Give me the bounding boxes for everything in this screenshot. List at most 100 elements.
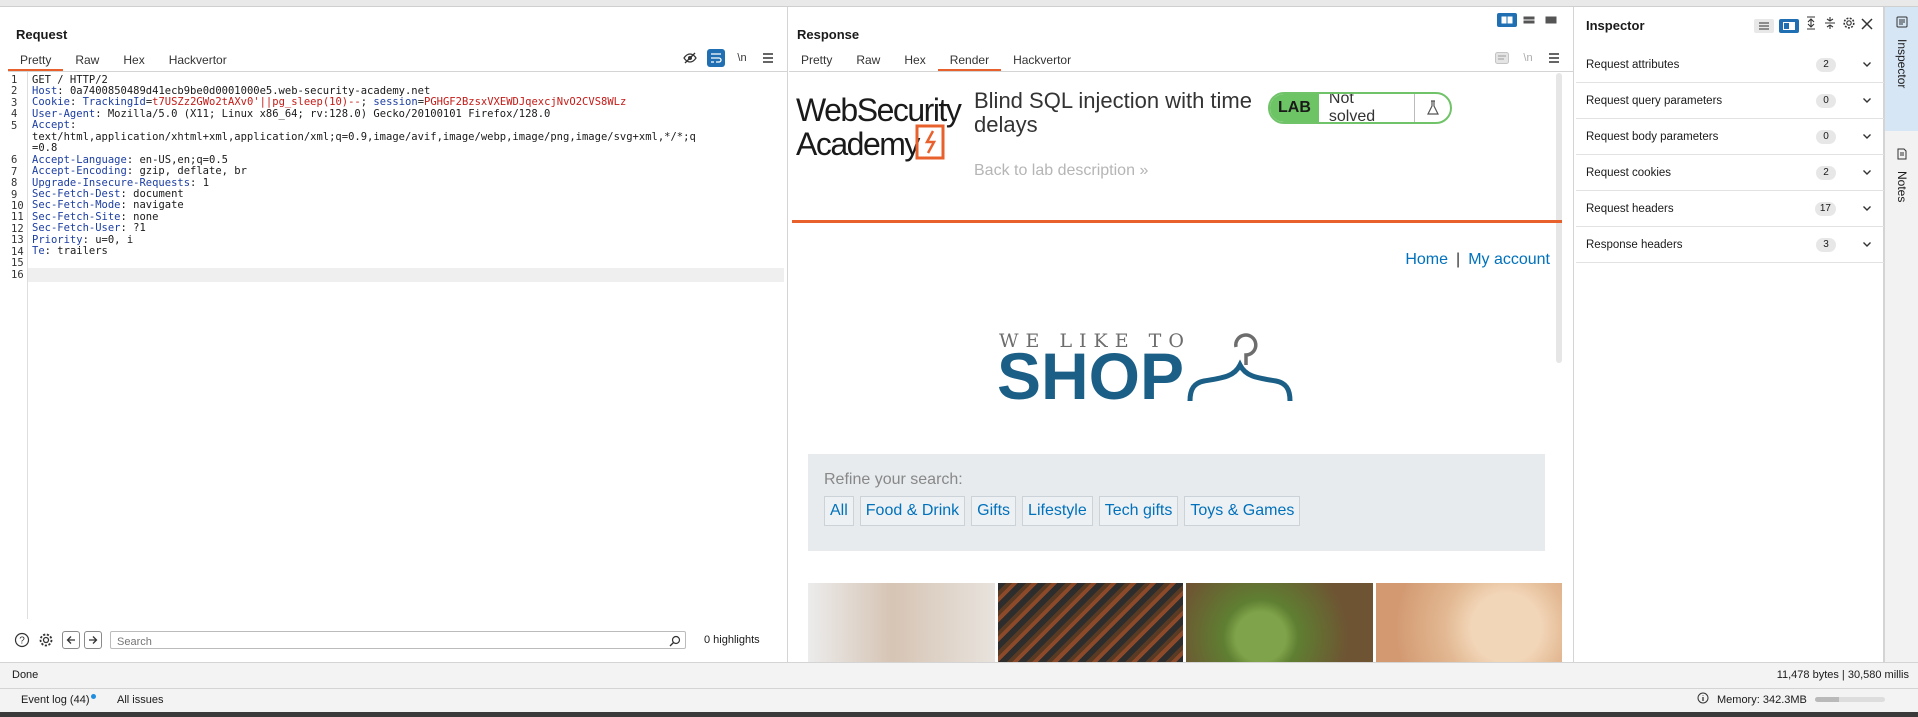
split-vertical-icon[interactable]	[1519, 13, 1539, 27]
line-number: 16	[11, 268, 24, 281]
refine-label: Refine your search:	[824, 471, 963, 488]
hide-nonprintable-icon[interactable]	[681, 49, 699, 67]
inspector-section[interactable]: Request query parameters 0	[1576, 83, 1884, 119]
lab-tag: LAB	[1270, 94, 1319, 122]
gear-icon[interactable]	[1842, 16, 1856, 35]
line-number: 5	[11, 119, 18, 132]
memory-bar-fill	[1814, 697, 1840, 702]
chevron-down-icon[interactable]	[1862, 95, 1872, 108]
help-icon[interactable]: ?	[12, 630, 32, 650]
tab-hex[interactable]: Hex	[111, 49, 156, 71]
line-number: 11	[11, 211, 24, 224]
next-match-button[interactable]	[84, 631, 102, 649]
inspector-section[interactable]: Response headers 3	[1576, 227, 1884, 263]
double-chevron-icon: »	[1139, 162, 1149, 179]
inspector-section[interactable]: Request body parameters 0	[1576, 119, 1884, 155]
newline-toggle[interactable]: \n	[1519, 49, 1537, 67]
nav-my-account-link[interactable]: My account	[1468, 251, 1550, 268]
inspector-section[interactable]: Request cookies 2	[1576, 155, 1884, 191]
expand-all-icon[interactable]	[1804, 16, 1818, 35]
request-title: Request	[16, 27, 68, 42]
line-number: 15	[11, 257, 24, 270]
code-line: Te: trailers	[32, 244, 108, 258]
line-number: 3	[11, 96, 18, 109]
response-tab-divider	[789, 71, 1573, 72]
request-editor[interactable]: 1 2 3 4 5 6 7 8 9 10 11 12 13 14 15 16 GET / HTTP/2 Host…	[8, 72, 784, 619]
tab-hex[interactable]: Hex	[892, 49, 937, 71]
close-icon[interactable]	[1861, 17, 1873, 35]
inspector-section[interactable]: Request attributes 2	[1576, 47, 1884, 83]
all-issues-link[interactable]: All issues	[117, 694, 163, 706]
chevron-down-icon[interactable]	[1862, 203, 1872, 216]
wrap-lines-icon[interactable]	[707, 49, 725, 67]
request-toolbar: \n	[681, 49, 777, 67]
pretty-print-icon[interactable]	[1493, 49, 1511, 67]
line-number: 6	[11, 154, 18, 167]
rendered-page: WebSecurity Academy Blind SQL injection …	[792, 73, 1562, 662]
menu-icon[interactable]	[759, 49, 777, 67]
response-size-timing: 11,478 bytes | 30,580 millis	[1776, 669, 1909, 681]
previous-match-button[interactable]	[62, 631, 80, 649]
category-filter[interactable]: All	[824, 496, 854, 526]
render-scrollbar[interactable]	[1556, 73, 1562, 363]
inspector-section-label: Response headers	[1586, 238, 1683, 251]
panel-view-icon[interactable]	[1779, 18, 1799, 33]
tab-hackvertor[interactable]: Hackvertor	[157, 49, 239, 71]
tab-pretty[interactable]: Pretty	[789, 49, 844, 71]
response-tabs: Pretty Raw Hex Render Hackvertor	[789, 49, 1083, 71]
nav-home-link[interactable]: Home	[1405, 251, 1448, 268]
search-icon	[669, 634, 681, 652]
gear-icon[interactable]	[36, 630, 56, 650]
memory-label: Memory: 342.3MB	[1717, 693, 1807, 706]
search-field[interactable]	[110, 631, 686, 652]
line-number: 10	[11, 199, 24, 212]
collapse-all-icon[interactable]	[1823, 16, 1837, 35]
request-pane: Request Pretty Raw Hex Hackvertor \n 123456…	[8, 7, 788, 662]
newline-toggle[interactable]: \n	[733, 49, 751, 67]
inspector-section[interactable]: Request headers 17	[1576, 191, 1884, 227]
tab-notes[interactable]: Notes	[1885, 147, 1918, 227]
chevron-down-icon[interactable]	[1862, 239, 1872, 252]
category-filter[interactable]: Toys & Games	[1184, 496, 1301, 526]
refine-search-panel: Refine your search: All Food & Drink Gifts…	[808, 454, 1545, 551]
info-icon[interactable]	[1697, 692, 1709, 707]
product-image[interactable]	[1186, 583, 1373, 662]
split-horizontal-icon[interactable]	[1497, 13, 1517, 27]
shop-word: SHOP	[997, 339, 1184, 403]
tab-inspector-label: Inspector	[1895, 39, 1909, 89]
line-number: 7	[11, 165, 18, 178]
chevron-down-icon[interactable]	[1862, 59, 1872, 72]
shop-logo: WE LIKE TO SHOP	[997, 303, 1307, 413]
tab-inspector[interactable]: Inspector	[1885, 7, 1918, 131]
category-filter[interactable]: Tech gifts	[1098, 496, 1179, 526]
category-filter[interactable]: Gifts	[971, 496, 1017, 526]
tab-pretty[interactable]: Pretty	[8, 49, 64, 71]
event-log-label: Event log (44)	[21, 694, 90, 706]
search-input[interactable]	[111, 634, 651, 650]
tab-raw[interactable]: Raw	[63, 49, 111, 71]
request-search-bar: ? 0 highlights	[8, 627, 788, 653]
tab-render[interactable]: Render	[937, 49, 1002, 71]
list-view-icon[interactable]	[1754, 18, 1774, 33]
event-log-link[interactable]: Event log (44)	[21, 694, 97, 706]
chevron-down-icon[interactable]	[1862, 167, 1872, 180]
product-image[interactable]	[808, 583, 995, 662]
count-badge: 3	[1816, 238, 1836, 252]
tab-hackvertor[interactable]: Hackvertor	[1001, 49, 1083, 71]
logo-line1: WebSecurity	[796, 92, 962, 128]
lab-title: Blind SQL injection with time delays	[974, 88, 1252, 137]
count-badge: 2	[1816, 58, 1836, 72]
menu-icon[interactable]	[1545, 49, 1563, 67]
chevron-down-icon[interactable]	[1862, 131, 1872, 144]
inspector-section-label: Request cookies	[1586, 166, 1672, 179]
category-filter[interactable]: Food & Drink	[859, 496, 966, 526]
product-image[interactable]	[997, 583, 1183, 662]
inspector-section-label: Request headers	[1586, 202, 1674, 215]
category-filter[interactable]: Lifestyle	[1022, 496, 1093, 526]
back-to-lab-link[interactable]: Back to lab description »	[974, 162, 1148, 180]
product-image[interactable]	[1375, 583, 1562, 662]
tabbed-layout-icon[interactable]	[1541, 13, 1561, 27]
line-number: 2	[11, 85, 18, 98]
tab-raw[interactable]: Raw	[844, 49, 892, 71]
header-key: Te	[32, 245, 45, 258]
